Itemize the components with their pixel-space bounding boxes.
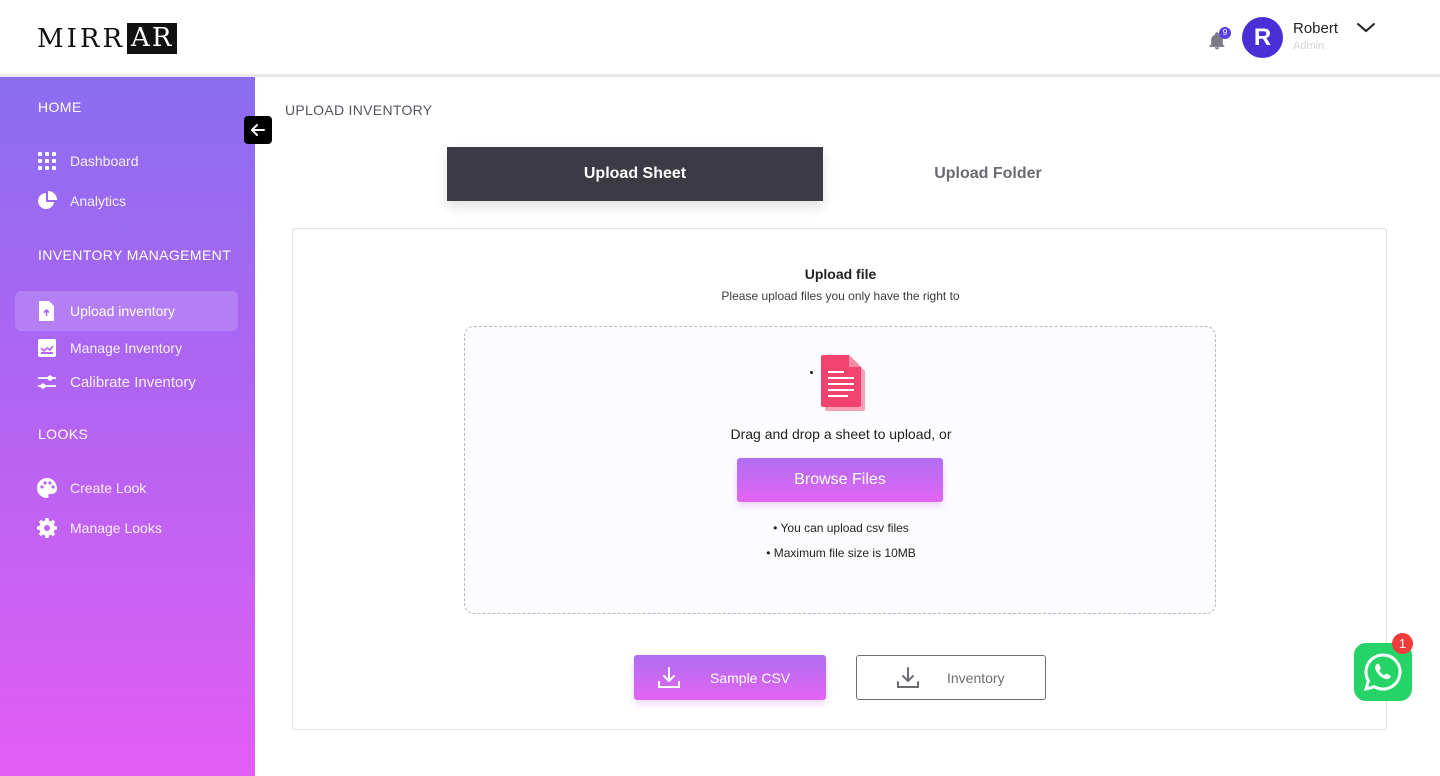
sidebar-item-label: Create Look xyxy=(70,480,147,496)
pie-chart-icon xyxy=(37,191,57,211)
inventory-label: Inventory xyxy=(947,669,1005,686)
sidebar-item-dashboard[interactable]: Dashboard xyxy=(15,141,238,181)
sidebar-item-analytics[interactable]: Analytics xyxy=(15,181,238,221)
browse-files-button[interactable]: Browse Files xyxy=(737,458,943,502)
sidebar-item-upload-inventory[interactable]: Upload inventory xyxy=(15,291,238,331)
file-dropzone[interactable]: Drag and drop a sheet to upload, or Brow… xyxy=(464,326,1216,614)
upload-title: Upload file xyxy=(804,266,877,282)
sample-csv-label: Sample CSV xyxy=(710,669,791,686)
sidebar-item-label: Calibrate Inventory xyxy=(70,373,196,391)
chevron-down-icon[interactable] xyxy=(1356,20,1376,36)
sidebar-item-create-look[interactable]: Create Look xyxy=(15,468,238,508)
upload-card: Upload file Please upload files you only… xyxy=(292,228,1387,730)
top-header: MIRR AR 9 R Robert Admin xyxy=(0,0,1440,77)
upload-hint-size: • Maximum file size is 10MB xyxy=(766,546,916,560)
upload-subtitle: Please upload files you only have the ri… xyxy=(721,289,960,303)
file-upload-icon xyxy=(37,301,57,321)
sidebar-item-manage-looks[interactable]: Manage Looks xyxy=(15,508,238,548)
download-sample-csv-button[interactable]: Sample CSV xyxy=(634,655,826,700)
upload-hint-csv: • You can upload csv files xyxy=(773,521,909,535)
dot-mark xyxy=(810,371,813,374)
sidebar-item-calibrate-inventory[interactable]: Calibrate Inventory xyxy=(15,362,238,402)
user-name: Robert xyxy=(1293,20,1339,37)
tab-upload-folder[interactable]: Upload Folder xyxy=(800,147,1176,201)
sidebar-item-label: Dashboard xyxy=(70,153,139,169)
arrow-left-icon xyxy=(251,124,265,136)
grid-icon xyxy=(37,151,57,171)
mirrar-logo[interactable]: MIRR AR xyxy=(37,23,178,54)
drag-drop-text: Drag and drop a sheet to upload, or xyxy=(730,426,952,442)
avatar[interactable]: R xyxy=(1242,17,1283,58)
sidebar-section-home: HOME xyxy=(38,99,82,115)
sidebar-item-label: Upload inventory xyxy=(70,303,176,319)
sidebar-section-looks: LOOKS xyxy=(38,426,89,442)
palette-icon xyxy=(37,478,57,498)
gear-icon xyxy=(37,518,57,538)
user-role: Admin xyxy=(1293,40,1325,52)
notification-badge: 9 xyxy=(1219,27,1231,39)
inventory-icon xyxy=(37,338,57,358)
whatsapp-badge: 1 xyxy=(1392,633,1413,654)
sidebar-item-label: Manage Looks xyxy=(70,520,162,536)
document-icon xyxy=(821,355,865,411)
tab-upload-sheet[interactable]: Upload Sheet xyxy=(447,147,823,201)
sidebar-section-inventory: INVENTORY MANAGEMENT xyxy=(38,247,232,263)
sidebar-item-label: Analytics xyxy=(70,193,127,209)
sliders-icon xyxy=(37,372,57,392)
sidebar-item-label: Manage Inventory xyxy=(70,340,183,356)
logo-text-right: AR xyxy=(127,23,178,54)
download-inventory-button[interactable]: Inventory xyxy=(856,655,1046,700)
page-title: UPLOAD INVENTORY xyxy=(285,102,433,118)
sidebar: HOME Dashboard Analytics INVENTORY MANAG… xyxy=(0,77,255,776)
collapse-sidebar-button[interactable] xyxy=(244,116,272,144)
download-icon xyxy=(658,666,680,688)
download-icon xyxy=(897,666,919,688)
whatsapp-icon xyxy=(1363,653,1402,692)
logo-text-left: MIRR xyxy=(37,23,126,54)
